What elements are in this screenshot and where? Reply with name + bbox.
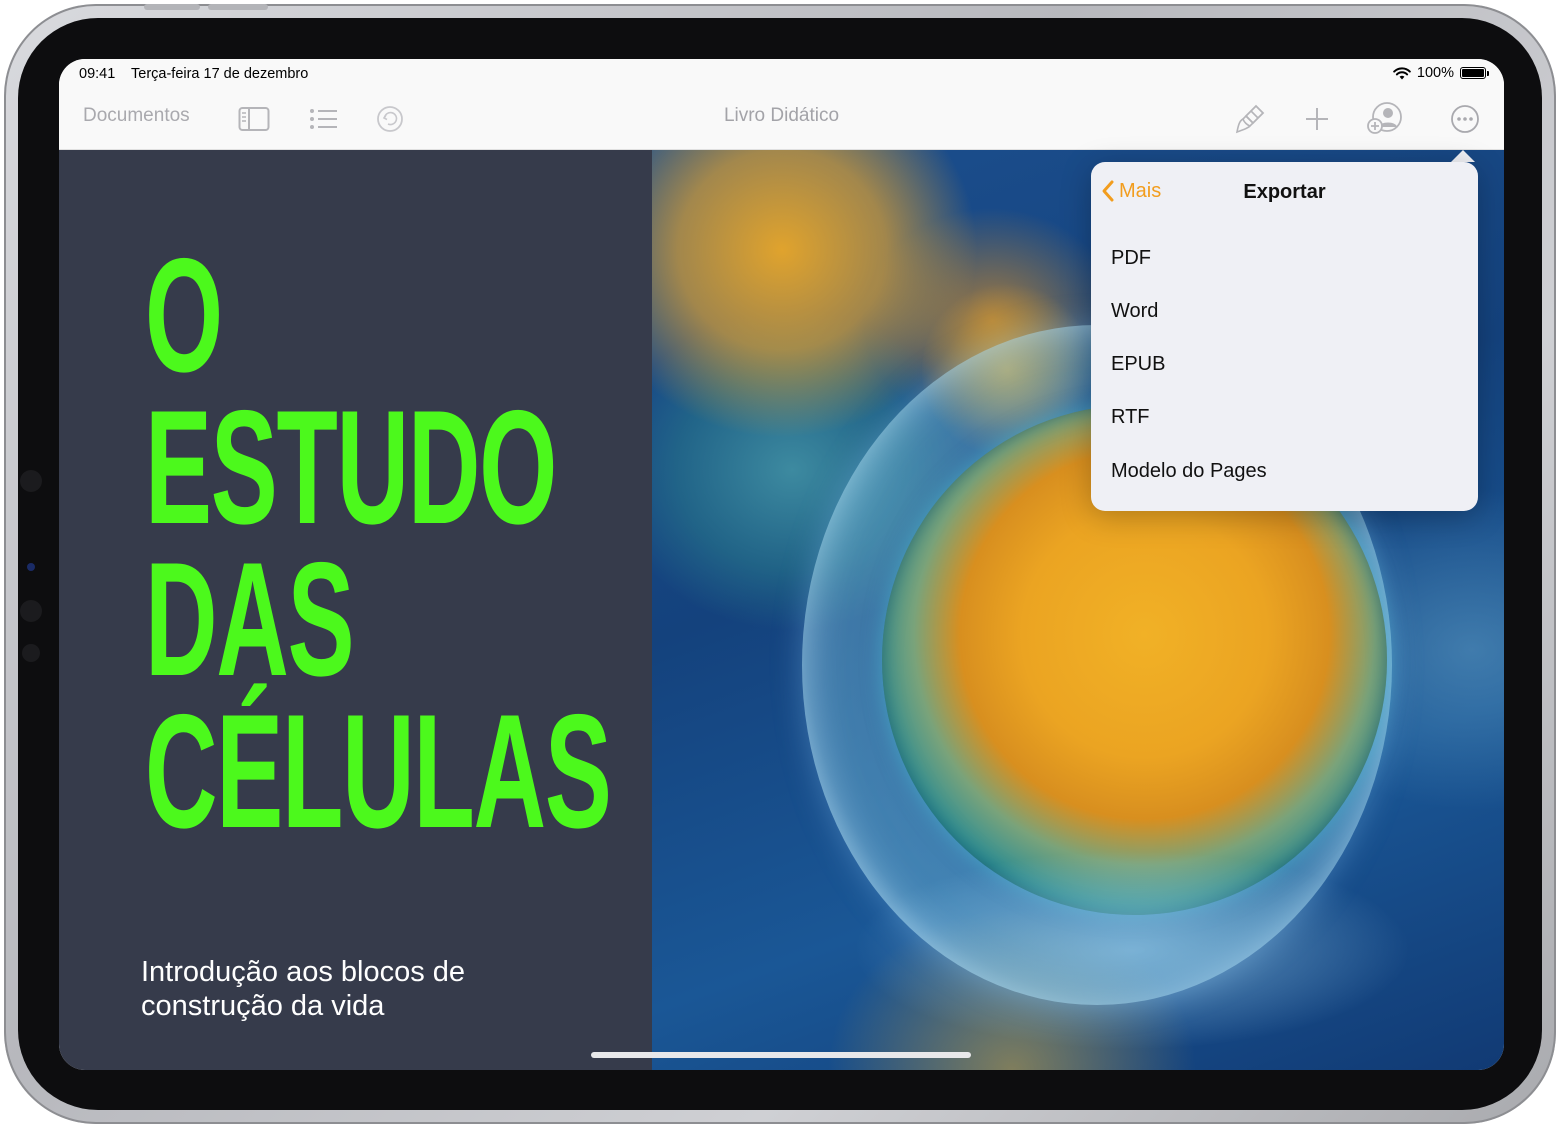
undo-icon[interactable]: [375, 105, 405, 133]
status-time: 09:41: [79, 66, 116, 82]
collaborate-icon[interactable]: [1366, 101, 1404, 135]
cover-title-line: DAS: [145, 529, 355, 710]
volume-button: [208, 4, 268, 10]
add-icon[interactable]: [1302, 103, 1332, 135]
export-pdf[interactable]: PDF: [1111, 247, 1151, 270]
more-icon[interactable]: [1449, 103, 1481, 135]
camera-lens: [27, 563, 35, 571]
cover-title-line: CÉLULAS: [145, 681, 612, 862]
home-indicator[interactable]: [591, 1052, 971, 1058]
export-word[interactable]: Word: [1111, 300, 1158, 323]
list-icon[interactable]: [307, 105, 341, 133]
cover-subtitle-line: Introdução aos blocos de: [141, 956, 466, 988]
sensor-dot: [20, 600, 42, 622]
popover-arrow: [1451, 150, 1475, 162]
documents-button[interactable]: Documentos: [83, 105, 190, 127]
status-bar: 09:41 Terça-feira 17 de dezembro 100%: [59, 59, 1504, 89]
wifi-icon: [1393, 66, 1411, 79]
sidebar-icon[interactable]: [237, 105, 271, 133]
camera-dot: [20, 470, 42, 492]
image-glow-bottom: [852, 850, 1412, 1050]
volume-button-2: [144, 4, 200, 10]
status-right: 100%: [1393, 65, 1489, 81]
back-button[interactable]: Mais: [1101, 179, 1161, 203]
status-date: Terça-feira 17 de dezembro: [131, 66, 309, 82]
screen: 09:41 Terça-feira 17 de dezembro 100% Do…: [59, 59, 1504, 1070]
sensor-dot-2: [22, 644, 40, 662]
document-title: Livro Didático: [59, 105, 1504, 127]
paintbrush-icon[interactable]: [1233, 103, 1267, 135]
document-title-text: Livro Didático: [723, 105, 840, 126]
cover-subtitle: Introdução aos blocos de construção da v…: [141, 955, 561, 1023]
cover-subtitle-line: construção da vida: [141, 990, 385, 1022]
battery-percent: 100%: [1416, 65, 1454, 81]
popover-title-text: Exportar: [1243, 181, 1326, 203]
toolbar: Documentos Livro Didático: [59, 89, 1504, 150]
export-epub[interactable]: EPUB: [1111, 353, 1165, 376]
cover-title-line: O: [145, 225, 223, 406]
cover-title: O ESTUDO DAS CÉLULAS: [145, 225, 612, 862]
cover-title-line: ESTUDO: [145, 377, 557, 558]
export-popover: Mais Exportar PDF Word EPUB RTF Modelo d…: [1091, 162, 1478, 511]
export-pages-template[interactable]: Modelo do Pages: [1111, 460, 1267, 483]
battery-icon: [1460, 67, 1489, 79]
chevron-left-icon: [1102, 180, 1114, 202]
cover-text-panel: O ESTUDO DAS CÉLULAS Introdução aos bloc…: [59, 150, 652, 1070]
back-label: Mais: [1119, 179, 1162, 202]
export-rtf[interactable]: RTF: [1111, 406, 1150, 429]
